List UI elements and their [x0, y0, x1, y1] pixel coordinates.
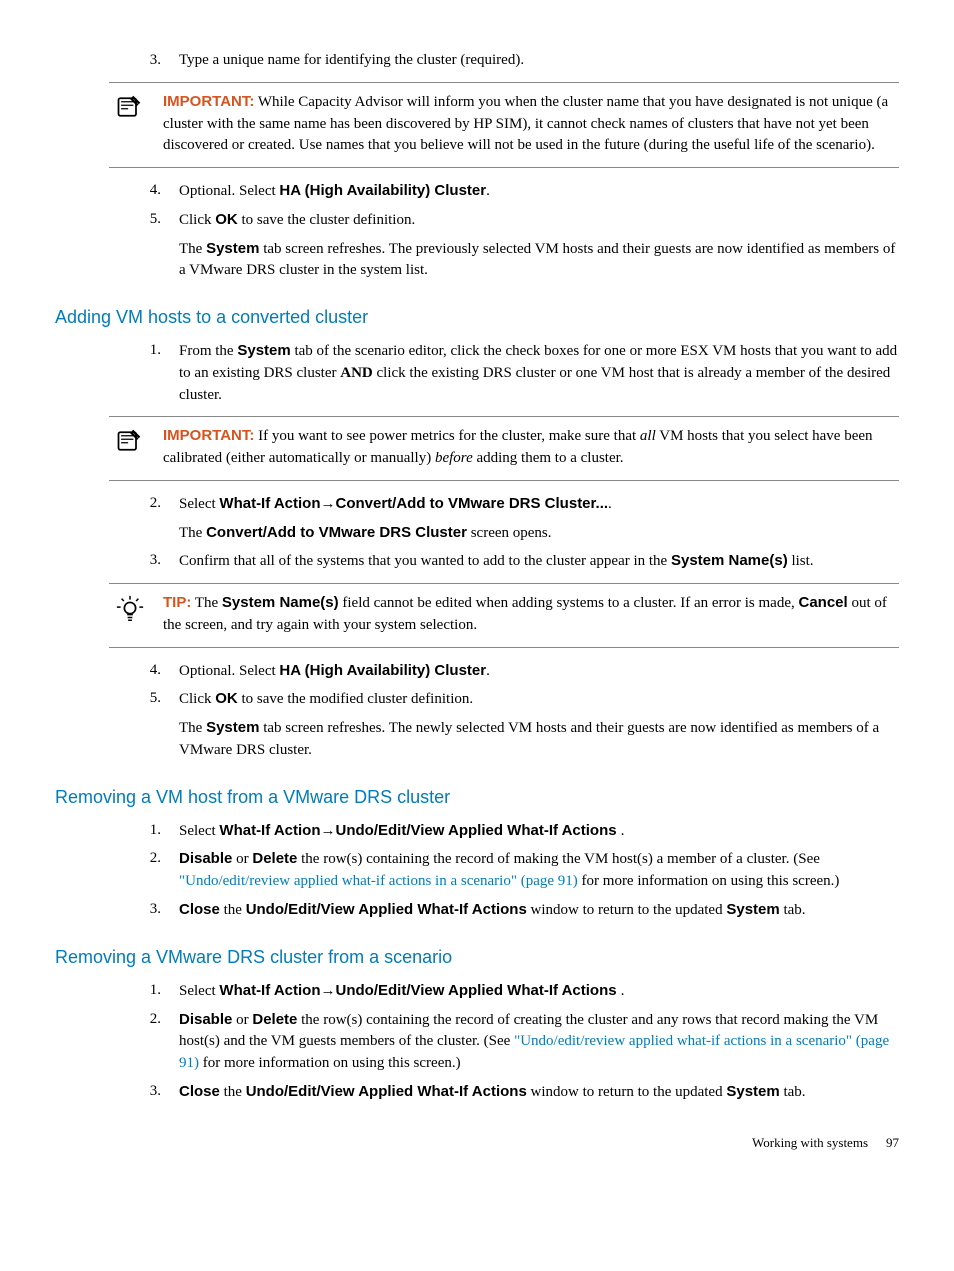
- tip-callout: TIP: The System Name(s) field cannot be …: [109, 583, 899, 648]
- footer-text: Working with systems: [752, 1134, 868, 1153]
- step-number: 5.: [125, 688, 179, 761]
- step-number: 4.: [125, 660, 179, 683]
- step-para: The Convert/Add to VMware DRS Cluster sc…: [179, 522, 899, 545]
- step-1: 1. Select What-If Action→Undo/Edit/View …: [125, 820, 899, 843]
- step-3: 3. Close the Undo/Edit/View Applied What…: [125, 899, 899, 922]
- important-body: IMPORTANT: While Capacity Advisor will i…: [163, 91, 899, 157]
- important-callout: IMPORTANT: While Capacity Advisor will i…: [109, 82, 899, 168]
- step-text: Disable or Delete the row(s) containing …: [179, 848, 899, 893]
- step-number: 3.: [125, 50, 179, 72]
- step-number: 4.: [125, 180, 179, 203]
- step-4: 4. Optional. Select HA (High Availabilit…: [125, 660, 899, 683]
- important-callout: IMPORTANT: If you want to see power metr…: [109, 416, 899, 481]
- step-4: 4. Optional. Select HA (High Availabilit…: [125, 180, 899, 203]
- step-number: 1.: [125, 820, 179, 843]
- step-number: 1.: [125, 980, 179, 1003]
- step-number: 3.: [125, 550, 179, 573]
- step-number: 3.: [125, 1081, 179, 1104]
- important-label: IMPORTANT:: [163, 427, 254, 444]
- tip-body: TIP: The System Name(s) field cannot be …: [163, 592, 899, 637]
- step-number: 2.: [125, 848, 179, 893]
- step-3: 3. Type a unique name for identifying th…: [125, 50, 899, 72]
- step-text: From the System tab of the scenario edit…: [179, 340, 899, 406]
- important-text: While Capacity Advisor will inform you w…: [163, 94, 888, 154]
- step-5: 5. Click OK to save the cluster definiti…: [125, 209, 899, 282]
- important-label: IMPORTANT:: [163, 93, 254, 110]
- step-para: The System tab screen refreshes. The new…: [179, 717, 899, 762]
- step-3: 3. Close the Undo/Edit/View Applied What…: [125, 1081, 899, 1104]
- step-text: Select What-If Action→Undo/Edit/View App…: [179, 820, 899, 843]
- step-text: Optional. Select HA (High Availability) …: [179, 180, 899, 203]
- step-1: 1. From the System tab of the scenario e…: [125, 340, 899, 406]
- step-2: 2. Disable or Delete the row(s) containi…: [125, 848, 899, 893]
- step-text: Close the Undo/Edit/View Applied What-If…: [179, 899, 899, 922]
- step-1: 1. Select What-If Action→Undo/Edit/View …: [125, 980, 899, 1003]
- heading-removing-vm-host: Removing a VM host from a VMware DRS clu…: [55, 784, 899, 810]
- important-icon: [109, 91, 163, 157]
- important-icon: [109, 425, 163, 470]
- step-2: 2. Disable or Delete the row(s) containi…: [125, 1009, 899, 1075]
- step-number: 2.: [125, 493, 179, 545]
- step-text: Click OK to save the modified cluster de…: [179, 688, 899, 761]
- step-5: 5. Click OK to save the modified cluster…: [125, 688, 899, 761]
- tip-label: TIP:: [163, 594, 191, 611]
- step-text: Optional. Select HA (High Availability) …: [179, 660, 899, 683]
- step-text: Select What-If Action→Convert/Add to VMw…: [179, 493, 899, 545]
- step-para: The System tab screen refreshes. The pre…: [179, 238, 899, 283]
- step-text: Close the Undo/Edit/View Applied What-If…: [179, 1081, 899, 1104]
- step-number: 3.: [125, 899, 179, 922]
- step-number: 5.: [125, 209, 179, 282]
- step-text: Confirm that all of the systems that you…: [179, 550, 899, 573]
- heading-removing-drs-cluster: Removing a VMware DRS cluster from a sce…: [55, 944, 899, 970]
- page-footer: Working with systems 97: [55, 1134, 899, 1153]
- step-text: Disable or Delete the row(s) containing …: [179, 1009, 899, 1075]
- footer-page-number: 97: [886, 1134, 899, 1153]
- step-number: 1.: [125, 340, 179, 406]
- step-3: 3. Confirm that all of the systems that …: [125, 550, 899, 573]
- step-text: Type a unique name for identifying the c…: [179, 50, 899, 72]
- link-undo-edit-review[interactable]: "Undo/edit/review applied what-if action…: [179, 873, 578, 889]
- step-text: Click OK to save the cluster definition.…: [179, 209, 899, 282]
- step-number: 2.: [125, 1009, 179, 1075]
- step-2: 2. Select What-If Action→Convert/Add to …: [125, 493, 899, 545]
- step-text: Select What-If Action→Undo/Edit/View App…: [179, 980, 899, 1003]
- heading-adding-vm-hosts: Adding VM hosts to a converted cluster: [55, 304, 899, 330]
- important-body: IMPORTANT: If you want to see power metr…: [163, 425, 899, 470]
- tip-icon: [109, 592, 163, 637]
